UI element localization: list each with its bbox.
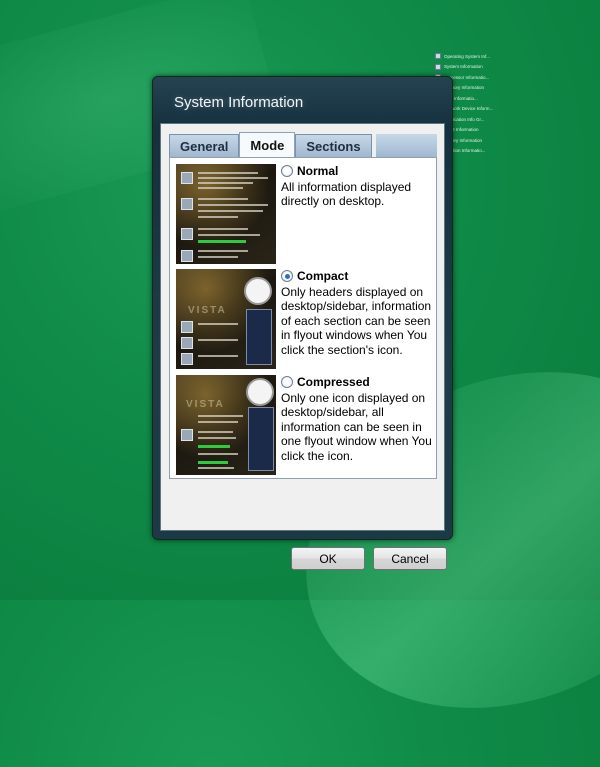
normal-label: Normal [297,164,339,178]
normal-description: All information displayed directly on de… [281,179,412,209]
compact-mode-preview-image: VISTA [176,269,276,369]
tab-strip-fill [376,134,437,157]
normal-option-text: Normal All information displayed directl… [281,164,439,209]
normal-radio[interactable] [281,165,293,178]
compact-radio[interactable] [281,270,293,283]
compact-label: Compact [297,269,349,283]
mode-panel: Normal All information displayed directl… [169,157,437,479]
dialog-title: System Information [174,94,304,111]
tab-general[interactable]: General [169,134,240,157]
ok-button[interactable]: OK [291,547,365,570]
compressed-label: Compressed [297,375,370,389]
compressed-radio[interactable] [281,376,293,389]
tab-strip: General Mode Sections [169,132,372,157]
normal-mode-preview-image [176,164,276,264]
gadget-item[interactable]: System Information [435,62,525,73]
dialog-client-area: General Mode Sections Normal All informa… [160,123,447,570]
system-icon [435,63,441,70]
compressed-option-text: Compressed Only one icon displayed on de… [281,375,439,463]
cancel-button[interactable]: Cancel [373,547,447,570]
compact-description: Only headers displayed on desktop/sideba… [281,284,432,357]
tab-sections[interactable]: Sections [295,134,372,157]
computer-icon [435,53,441,60]
gadget-item[interactable]: Operating System Inf... [435,51,525,62]
compressed-mode-preview-image: VISTA [176,375,276,475]
compressed-description: Only one icon displayed on desktop/sideb… [281,390,432,463]
compact-option-text: Compact Only headers displayed on deskto… [281,269,439,357]
tab-mode[interactable]: Mode [239,132,296,157]
settings-dialog: System Information General Mode Sections [152,76,453,570]
